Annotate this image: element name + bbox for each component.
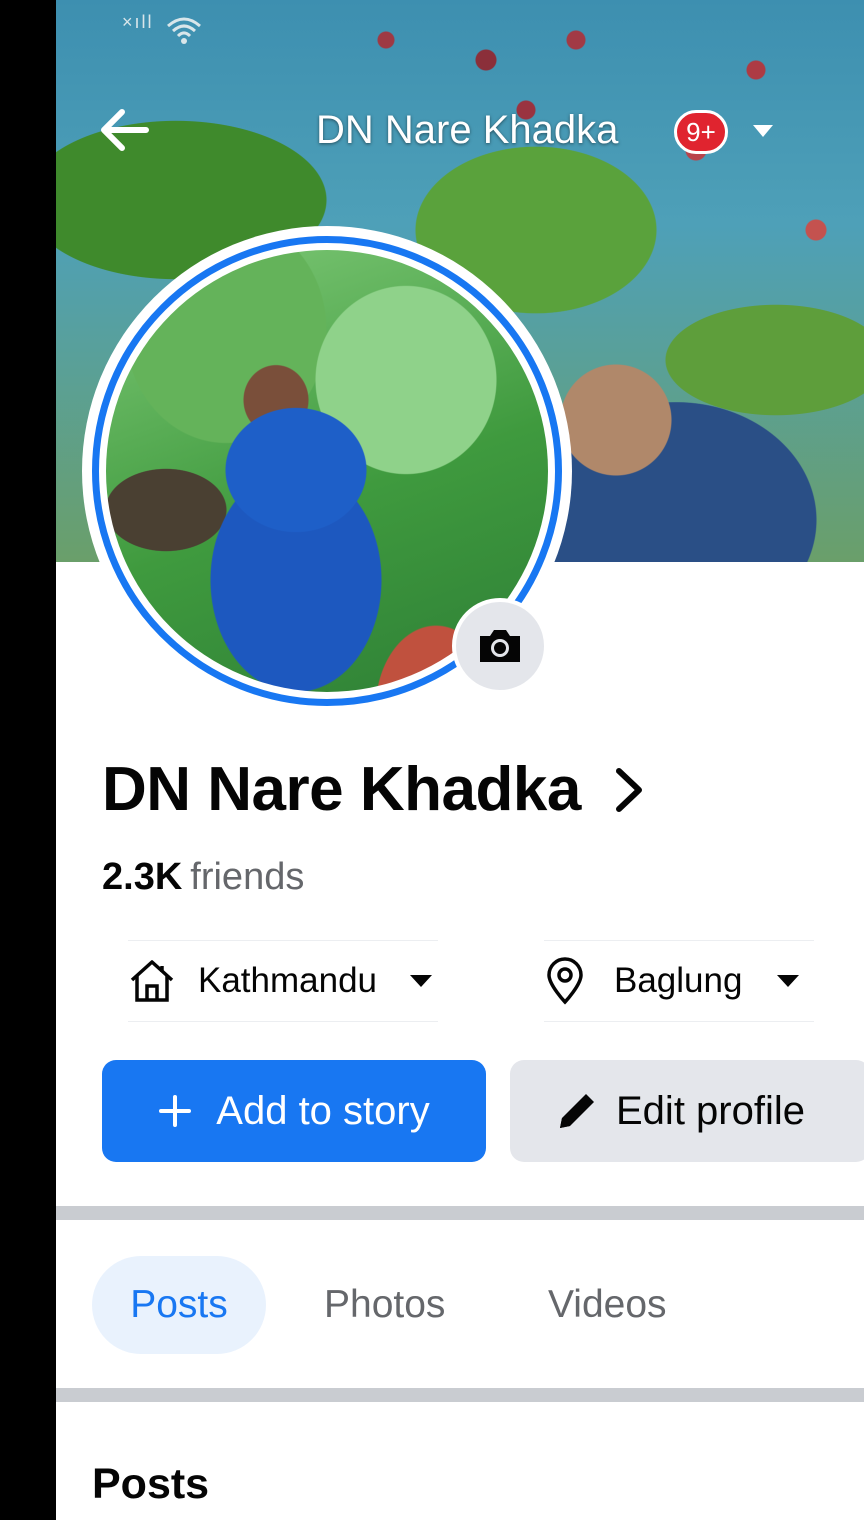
profile-screen: ×ıll DN Nare Khadka 9+ DN Nare Khadka 2.… (56, 0, 864, 1520)
status-bar-signal: ×ıll (122, 12, 154, 32)
caret-down-icon (777, 975, 800, 987)
friends-count: 2.3K (102, 856, 183, 898)
section-divider (56, 1388, 864, 1402)
back-arrow-icon[interactable] (94, 100, 154, 160)
friends-label: friends (190, 856, 305, 898)
location-pin-icon (547, 957, 583, 1005)
left-black-margin (0, 0, 56, 1520)
add-to-story-label: Add to story (216, 1088, 430, 1133)
caret-down-icon[interactable] (752, 124, 774, 138)
hometown-label: Kathmandu (198, 961, 378, 1000)
edit-profile-button[interactable]: Edit profile (510, 1060, 864, 1162)
home-icon (130, 960, 174, 1002)
header-title[interactable]: DN Nare Khadka (316, 108, 618, 153)
tab-posts[interactable]: Posts (92, 1256, 266, 1354)
add-to-story-button[interactable]: Add to story (102, 1060, 486, 1162)
edit-profile-label: Edit profile (616, 1088, 805, 1133)
profile-name-row[interactable]: DN Nare Khadka (102, 754, 649, 825)
hometown-chip[interactable]: Kathmandu (128, 940, 438, 1022)
location-label: Baglung (614, 961, 743, 1000)
change-profile-picture-button[interactable] (452, 598, 548, 694)
caret-down-icon (410, 975, 433, 987)
friends-count-row[interactable]: 2.3K friends (102, 856, 304, 899)
tab-videos[interactable]: Videos (548, 1256, 667, 1354)
section-divider (56, 1206, 864, 1220)
tab-photos[interactable]: Photos (324, 1256, 445, 1354)
camera-icon (480, 630, 520, 662)
profile-name: DN Nare Khadka (102, 755, 581, 824)
posts-section-heading: Posts (92, 1460, 210, 1508)
notification-badge[interactable]: 9+ (674, 110, 728, 154)
chevron-right-icon[interactable] (609, 765, 649, 815)
wifi-icon (167, 17, 201, 44)
location-chip[interactable]: Baglung (544, 940, 814, 1022)
pencil-icon (560, 1094, 594, 1128)
plus-icon (159, 1095, 192, 1127)
